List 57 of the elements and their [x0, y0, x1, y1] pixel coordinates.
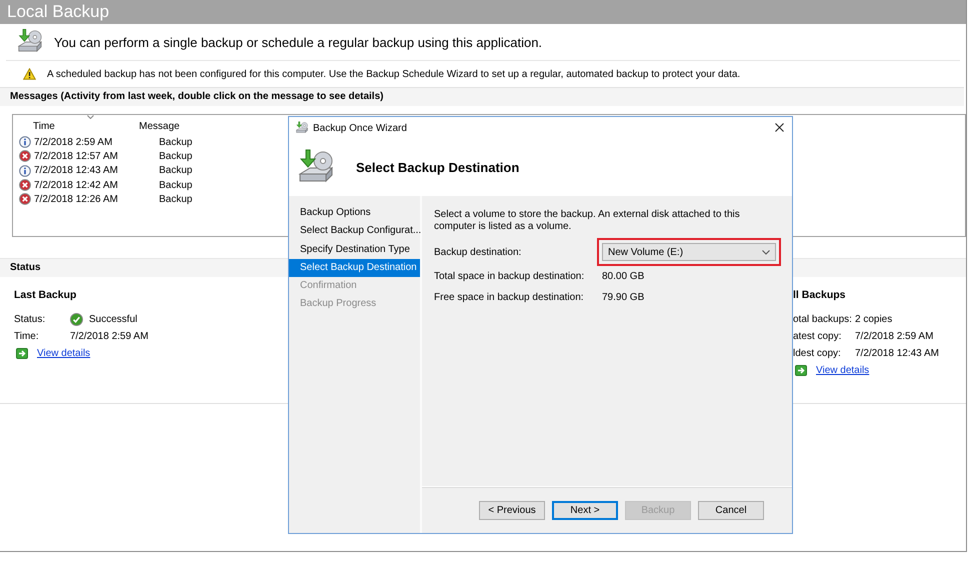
arrow-icon — [795, 365, 807, 376]
backup-drive-icon — [295, 121, 309, 135]
table-cell: Backup — [159, 136, 192, 148]
table-cell: 7/2/2018 12:26 AM — [34, 194, 118, 205]
field-value: 79.90 GB — [602, 292, 644, 303]
dialog-heading: Select Backup Destination — [356, 160, 520, 175]
table-cell: Backup — [159, 194, 192, 205]
section-header: Messages (Activity from last week, double click on the message to see details) — [0, 87, 964, 106]
window-title: Local Backup — [0, 0, 966, 24]
wizard-button[interactable]: < Previous — [479, 500, 545, 520]
field-value: 7/2/2018 2:59 AM — [70, 331, 148, 342]
field-label: Free space in backup destination: — [434, 292, 585, 303]
field-value: 7/2/2018 12:43 AM — [855, 348, 939, 359]
wizard-step[interactable]: Select Backup Configurat... — [289, 222, 420, 241]
section-title: Last Backup — [14, 289, 76, 301]
field-label: otal backups: — [793, 314, 853, 325]
section-title: ll Backups — [793, 289, 846, 301]
close-icon[interactable] — [775, 123, 784, 132]
column-header[interactable]: Time — [33, 120, 55, 132]
table-cell: 7/2/2018 12:42 AM — [34, 180, 118, 191]
wizard-step[interactable]: Backup Options — [289, 204, 420, 222]
sort-icon — [87, 114, 94, 118]
info-icon — [19, 136, 31, 148]
arrow-icon — [16, 348, 28, 359]
destination-dropdown[interactable]: New Volume (E:) — [602, 243, 776, 261]
error-icon — [19, 193, 31, 206]
field-value: 2 copies — [855, 314, 892, 325]
field-label: Backup destination: — [434, 246, 522, 258]
error-icon — [19, 179, 31, 192]
column-header[interactable]: Message — [139, 120, 180, 132]
dialog-title: Backup Once Wizard — [313, 122, 407, 134]
table-cell: 7/2/2018 12:43 AM — [34, 165, 118, 176]
field-label: ldest copy: — [793, 348, 842, 359]
error-icon — [19, 150, 31, 162]
field-label: Time: — [14, 331, 40, 342]
table-cell: Backup — [159, 165, 192, 176]
wizard-button[interactable]: Cancel — [698, 500, 764, 520]
view-details-link[interactable]: View details — [37, 348, 90, 359]
field-value: 7/2/2018 2:59 AM — [855, 331, 934, 342]
table-cell: 7/2/2018 12:57 AM — [34, 150, 118, 162]
warning-icon — [23, 68, 36, 80]
field-label: atest copy: — [793, 331, 842, 342]
intro-text: You can perform a single backup or schedule a regular backup using this application. — [54, 34, 542, 50]
table-cell: Backup — [159, 180, 192, 191]
dropdown-caret-icon[interactable] — [762, 250, 770, 254]
wizard-button[interactable]: Next > — [552, 500, 618, 520]
description-text: Select a volume to store the backup. An external disk attached to this computer is listed as a volume. — [434, 209, 741, 233]
wizard-step[interactable]: Select Backup Destination — [289, 258, 420, 278]
table-cell: Backup — [159, 150, 192, 162]
field-label: Status: — [14, 314, 46, 325]
info-icon — [19, 164, 31, 177]
warning-text: A scheduled backup has not been configured for this computer. Use the Backup Schedule Wizard to set up a regular, automated backup to protect your data. — [47, 68, 740, 80]
view-details-link[interactable]: View details — [816, 365, 870, 376]
wizard-step[interactable]: Specify Destination Type — [289, 240, 420, 259]
table-cell: 7/2/2018 2:59 AM — [34, 136, 112, 148]
success-icon — [70, 313, 83, 326]
field-value: Successful — [89, 314, 138, 325]
